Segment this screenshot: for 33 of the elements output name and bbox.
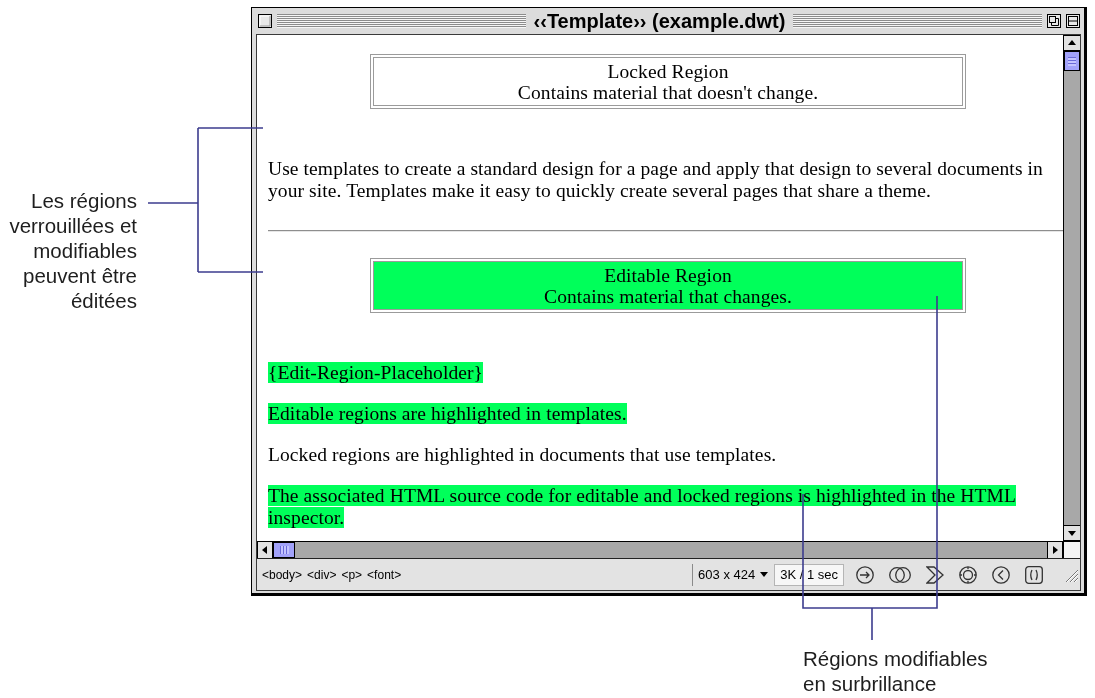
up-arrow-icon[interactable] [1064,35,1080,51]
code-braces-icon[interactable] [1025,565,1043,584]
region-description: Contains material that changes. [544,286,792,307]
scroll-thumb[interactable] [273,542,295,558]
tag-selector-link[interactable]: <div> [307,567,337,582]
paragraph-text: {Edit-Region-Placeholder} [268,362,484,384]
tag-selector-link[interactable]: <p> [341,567,363,582]
vertical-scrollbar[interactable] [1063,35,1080,541]
collapse-box-icon[interactable] [1066,14,1080,28]
right-arrow-icon[interactable] [1047,542,1063,558]
callout-text: Régions modifiables en surbrillance [803,646,989,696]
paragraph-text: Editable regions are highlighted in templates. [268,403,627,425]
window-title: ‹‹Template›› (example.dwt) [532,9,787,33]
close-box-icon[interactable] [258,14,272,28]
double-ring-icon[interactable] [889,565,911,584]
caret-icon [760,572,769,577]
region-description: Contains material that doesn't change. [517,82,819,103]
paragraph-text: Locked regions are highlighted in documents that use templates. [268,444,777,466]
tag-selector-link[interactable]: <body> [262,567,303,582]
tag-selector-link[interactable]: <font> [367,567,402,582]
paragraph-text: Use templates to create a standard design for a page and apply that design to several documents in your site. Templates make it easy to quickly create several pages that share a theme. [268,158,1044,202]
region-title: Editable Region [604,265,732,286]
circle-chevron-icon[interactable] [992,565,1010,584]
scroll-thumb[interactable] [1064,51,1080,71]
region-title: Locked Region [607,61,729,82]
concentric-rings-icon[interactable] [959,565,977,584]
chevron-icon[interactable] [926,565,944,584]
download-stats: 3K / 1 sec [774,563,844,586]
callout-text: Les régions verrouillées et modifiables peuvent être éditées [8,188,137,313]
zoom-box-icon[interactable] [1047,14,1061,28]
down-arrow-icon[interactable] [1064,525,1080,541]
horizontal-scrollbar[interactable] [257,542,1063,558]
left-arrow-icon[interactable] [257,542,273,558]
